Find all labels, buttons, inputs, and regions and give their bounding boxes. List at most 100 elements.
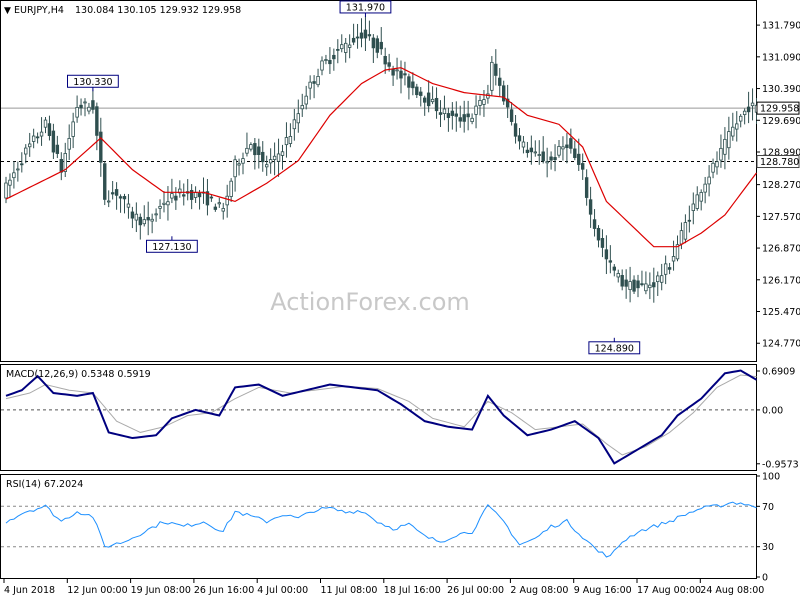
candle-body (671, 256, 676, 262)
candle-body (233, 159, 237, 178)
candle-body (340, 44, 344, 50)
candle-body (731, 126, 735, 137)
time-tick-label: 11 Jul 08:00 (321, 585, 378, 596)
candle-body (20, 163, 24, 166)
candle-body (620, 275, 624, 287)
candle-body (268, 159, 273, 164)
candle-body (470, 117, 474, 123)
candle-body (95, 106, 99, 136)
candle-body (648, 284, 652, 289)
candle-body (735, 123, 739, 130)
candle-body (351, 37, 356, 43)
macd-tick-label: -0.9573 (762, 459, 799, 470)
candle-body (209, 196, 214, 199)
candle-body (71, 121, 75, 137)
candle-body (742, 110, 747, 116)
candle-body (363, 29, 368, 39)
price-tick-label: 128.270 (762, 180, 800, 191)
candle-body (51, 130, 56, 153)
candle-body (592, 219, 597, 229)
candle-body (221, 208, 225, 212)
candle-body (442, 108, 447, 115)
time-tick-label: 24 Aug 08:00 (700, 585, 764, 596)
candle-body (166, 201, 170, 206)
candle-body (257, 146, 261, 155)
candle-body (533, 151, 537, 154)
candle-body (284, 137, 289, 146)
candle-body (276, 153, 281, 162)
time-tick-label: 4 Jul 00:00 (257, 585, 308, 596)
candle-body (545, 161, 549, 164)
candle-body (640, 283, 644, 286)
candle-body (174, 195, 178, 201)
candle-body (324, 59, 328, 61)
current-price-label: 129.958 (760, 104, 799, 115)
candle-body (403, 73, 407, 76)
candle-body (16, 168, 20, 171)
price-tick-label: 130.390 (762, 84, 800, 95)
time-tick-label: 17 Aug 00:00 (637, 585, 701, 596)
candle-body (328, 59, 332, 65)
candle-body (608, 260, 613, 263)
candle-body (707, 176, 711, 185)
annotation-label: 127.130 (152, 242, 191, 253)
candle-body (644, 283, 648, 292)
candle-body (27, 143, 32, 148)
candle-body (67, 138, 71, 150)
candle-body (458, 117, 462, 122)
price-tick-label: 127.570 (762, 212, 800, 223)
candle-body (434, 97, 439, 112)
candle-body (581, 163, 585, 170)
candle-body (110, 192, 115, 195)
rsi-tick-label: 100 (762, 472, 780, 483)
candle-body (391, 68, 395, 76)
candle-body (513, 123, 518, 137)
price-axis: 131.790131.090130.390129.690128.990128.2… (756, 21, 800, 350)
candle-body (150, 218, 154, 222)
rsi-tick-label: 0 (762, 573, 768, 584)
candle-body (411, 81, 415, 89)
candle-body (438, 112, 443, 115)
candle-body (8, 179, 12, 186)
candle-body (280, 151, 285, 156)
candle-body (146, 217, 150, 221)
candle-body (628, 281, 632, 290)
candle-body (687, 219, 692, 222)
candle-body (612, 266, 616, 271)
candle-body (501, 85, 506, 102)
candle-body (415, 86, 419, 96)
candle-body (600, 238, 605, 248)
candle-body (75, 106, 79, 118)
candle-body (343, 42, 348, 53)
candle-body (253, 143, 257, 156)
candle-body (462, 114, 466, 122)
candle-body (584, 177, 589, 198)
candle-body (482, 99, 486, 105)
candle-body (739, 115, 743, 122)
candle-body (264, 164, 269, 168)
price-tick-label: 126.870 (762, 244, 800, 255)
price-tick-label: 126.170 (762, 275, 800, 286)
candle-body (383, 55, 387, 65)
candle-body (87, 106, 91, 112)
candle-body (371, 37, 376, 49)
candle-body (454, 113, 458, 117)
candle-body (79, 104, 83, 109)
candle-body (59, 159, 63, 173)
candle-body (624, 279, 628, 287)
candle-body (632, 279, 636, 292)
candle-body (521, 141, 526, 148)
candle-body (347, 44, 352, 48)
candle-body (99, 131, 103, 163)
candle-body (553, 157, 557, 161)
candle-body (395, 69, 399, 72)
candle-body (162, 202, 166, 205)
candle-body (237, 163, 241, 166)
candle-body (573, 148, 577, 158)
candle-body (4, 182, 8, 199)
candle-body (130, 211, 135, 219)
price-chart-window[interactable]: ActionForex.com 130.330 127.130 131.970 124… (0, 0, 800, 600)
annotation-label: 130.330 (73, 77, 112, 88)
candle (103, 161, 107, 206)
candle-body (663, 263, 668, 275)
